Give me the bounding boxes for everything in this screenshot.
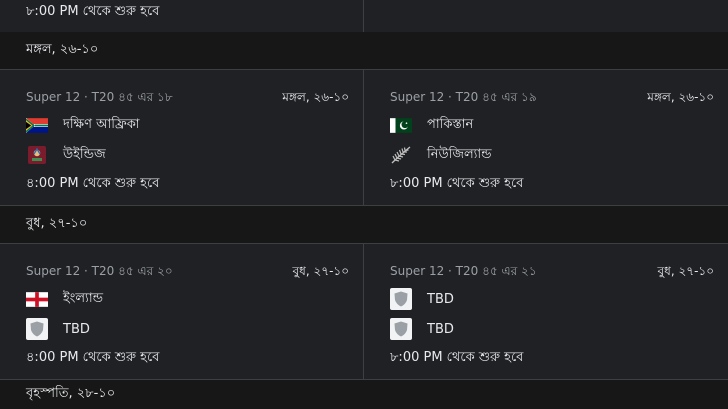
match-card[interactable]: Super 12 · T20 ৪৫ এর ২১ বুধ, ২৭-১০ TBD T… bbox=[364, 244, 728, 379]
previous-match-row: ৮:00 PM থেকে শুরু হবে bbox=[0, 0, 728, 33]
team-name: TBD bbox=[63, 321, 90, 337]
team-name: দক্ষিণ আফ্রিকা bbox=[63, 116, 140, 132]
tbd-shield-icon bbox=[26, 318, 48, 340]
team-name: TBD bbox=[427, 321, 454, 337]
team-row: পাকিস্তান bbox=[390, 113, 473, 137]
tbd-shield-icon bbox=[390, 288, 412, 310]
pakistan-flag-icon bbox=[390, 114, 412, 136]
match-status: ৪:00 PM থেকে শুরু হবে bbox=[26, 350, 160, 365]
match-meta: Super 12 · T20 ৪৫ এর ১৮ bbox=[26, 90, 173, 104]
team-name: ইংল্যান্ড bbox=[63, 290, 103, 306]
tbd-shield-icon bbox=[390, 318, 412, 340]
team-name: উইন্ডিজ bbox=[63, 146, 106, 162]
match-card[interactable] bbox=[364, 0, 728, 32]
match-card[interactable]: ৮:00 PM থেকে শুরু হবে bbox=[0, 0, 364, 32]
day-header: বুধ, ২৭-১০ bbox=[0, 206, 728, 244]
match-meta: Super 12 · T20 ৪৫ এর ২১ bbox=[390, 264, 537, 278]
day-header: মঙ্গল, ২৬-১০ bbox=[0, 32, 728, 70]
match-date: বুধ, ২৭-১০ bbox=[292, 264, 349, 278]
team-name: নিউজিল্যান্ড bbox=[427, 146, 492, 162]
match-row: Super 12 · T20 ৪৫ এর ১৮ মঙ্গল, ২৬-১০ দক্… bbox=[0, 70, 728, 206]
team-row: উইন্ডিজ bbox=[26, 143, 106, 167]
team-name: TBD bbox=[427, 291, 454, 307]
new-zealand-fern-icon bbox=[390, 144, 412, 166]
day-header: বৃহস্পতি, ২৮-১০ bbox=[0, 380, 728, 409]
team-row: ইংল্যান্ড bbox=[26, 287, 103, 311]
match-meta: Super 12 · T20 ৪৫ এর ২০ bbox=[26, 264, 173, 278]
match-status: ৮:00 PM থেকে শুরু হবে bbox=[390, 350, 524, 365]
team-row: TBD bbox=[390, 287, 454, 311]
match-date: মঙ্গল, ২৬-১০ bbox=[282, 90, 349, 104]
match-meta: Super 12 · T20 ৪৫ এর ১৯ bbox=[390, 90, 537, 104]
match-row: Super 12 · T20 ৪৫ এর ২০ বুধ, ২৭-১০ ইংল্য… bbox=[0, 244, 728, 380]
match-card[interactable]: Super 12 · T20 ৪৫ এর ১৯ মঙ্গল, ২৬-১০ পাক… bbox=[364, 70, 728, 205]
south-africa-flag-icon bbox=[26, 114, 48, 136]
match-status: ৮:00 PM থেকে শুরু হবে bbox=[390, 176, 524, 191]
team-row: দক্ষিণ আফ্রিকা bbox=[26, 113, 140, 137]
team-row: TBD bbox=[390, 317, 454, 341]
team-row: TBD bbox=[26, 317, 90, 341]
match-card[interactable]: Super 12 · T20 ৪৫ এর ২০ বুধ, ২৭-১০ ইংল্য… bbox=[0, 244, 364, 379]
west-indies-flag-icon bbox=[26, 144, 48, 166]
team-row: নিউজিল্যান্ড bbox=[390, 143, 492, 167]
team-name: পাকিস্তান bbox=[427, 116, 474, 132]
match-status: ৪:00 PM থেকে শুরু হবে bbox=[26, 176, 160, 191]
match-status: ৮:00 PM থেকে শুরু হবে bbox=[26, 4, 160, 19]
match-date: মঙ্গল, ২৬-১০ bbox=[647, 90, 714, 104]
england-flag-icon bbox=[26, 288, 48, 310]
match-card[interactable]: Super 12 · T20 ৪৫ এর ১৮ মঙ্গল, ২৬-১০ দক্… bbox=[0, 70, 364, 205]
match-date: বুধ, ২৭-১০ bbox=[657, 264, 714, 278]
